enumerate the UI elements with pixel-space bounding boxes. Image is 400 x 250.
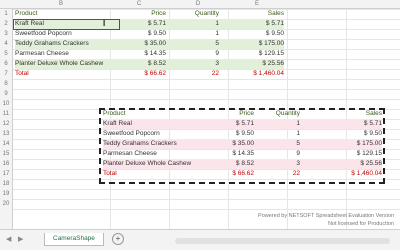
table-cell[interactable]: $ 175.00 bbox=[228, 39, 284, 49]
row-number[interactable]: 18 bbox=[0, 179, 12, 189]
table-cell[interactable]: 1 bbox=[169, 29, 219, 39]
row-number[interactable]: 7 bbox=[0, 69, 12, 79]
grid-row-line bbox=[13, 199, 400, 200]
add-sheet-icon[interactable]: + bbox=[112, 233, 124, 245]
column-header-bar: B C D E bbox=[0, 0, 400, 9]
column-header-e[interactable]: E bbox=[228, 0, 286, 8]
table-cell[interactable]: $ 129.15 bbox=[228, 49, 284, 59]
watermark-line-1: Powered by NETSOFT Spreadsheet Evaluatio… bbox=[258, 213, 394, 219]
row-number[interactable]: 1 bbox=[0, 9, 12, 19]
row-number[interactable]: 17 bbox=[0, 169, 12, 179]
horizontal-scrollbar[interactable] bbox=[175, 238, 390, 244]
row-header-bar: 1 2 3 4 5 6 7 8 9 10 11 12 13 14 15 16 17 18 19 20 bbox=[0, 9, 13, 230]
row-number[interactable]: 19 bbox=[0, 189, 12, 199]
row-number[interactable]: 13 bbox=[0, 129, 12, 139]
row-number[interactable]: 6 bbox=[0, 59, 12, 69]
table-cell[interactable]: $ 9.50 bbox=[228, 29, 284, 39]
row-number[interactable]: 20 bbox=[0, 199, 12, 209]
table-cell[interactable]: $ 35.00 bbox=[110, 39, 166, 49]
table-cell[interactable]: $ 1,460.04 bbox=[228, 69, 284, 79]
sheet-tab-bar: ◀ ▶ CameraShape + bbox=[0, 229, 400, 250]
table-cell[interactable]: Product bbox=[15, 9, 109, 19]
table-cell[interactable]: 1 bbox=[169, 19, 219, 29]
watermark-line-2: Not licensed for Production bbox=[327, 221, 394, 227]
row-number[interactable]: 3 bbox=[0, 29, 12, 39]
column-header-c[interactable]: C bbox=[110, 0, 168, 8]
column-header-d[interactable]: D bbox=[169, 0, 227, 8]
row-number[interactable]: 4 bbox=[0, 39, 12, 49]
grid-row-line bbox=[13, 79, 400, 80]
row-number[interactable]: 5 bbox=[0, 49, 12, 59]
row-number[interactable]: 14 bbox=[0, 139, 12, 149]
grid-row-line bbox=[13, 189, 400, 190]
table-header-row: Product Price Quantity Sales bbox=[15, 9, 284, 19]
table-cell[interactable]: Total bbox=[15, 69, 109, 79]
table-row: Parmesan Cheese $ 14.35 9 $ 129.15 bbox=[15, 49, 284, 59]
row-number[interactable]: 10 bbox=[0, 99, 12, 109]
table-cell[interactable]: 22 bbox=[169, 69, 219, 79]
grid-row-line bbox=[13, 209, 400, 210]
sheet-tab-camerashape[interactable]: CameraShape bbox=[44, 233, 104, 246]
table-cell[interactable]: Sales bbox=[228, 9, 284, 19]
text-cursor-icon: I bbox=[103, 19, 106, 28]
table-total-row: Total $ 66.62 22 $ 1,460.04 bbox=[15, 69, 284, 79]
table-cell[interactable]: Price bbox=[110, 9, 166, 19]
row-number[interactable]: 15 bbox=[0, 149, 12, 159]
row-number[interactable]: 2 bbox=[0, 19, 12, 29]
row-number[interactable]: 12 bbox=[0, 119, 12, 129]
table-cell[interactable]: $ 66.62 bbox=[110, 69, 166, 79]
grid-row-line bbox=[13, 89, 400, 90]
table-cell[interactable]: $ 9.50 bbox=[110, 29, 166, 39]
row-number[interactable]: 11 bbox=[0, 109, 12, 119]
table-row: Planter Deluxe Whole Cashew $ 8.52 3 $ 25.5… bbox=[15, 59, 284, 69]
table-cell[interactable]: 5 bbox=[169, 39, 219, 49]
table-cell[interactable]: Teddy Grahams Crackers bbox=[15, 39, 109, 49]
table-cell[interactable]: $ 25.56 bbox=[228, 59, 284, 69]
table-cell[interactable]: Sweetfood Popcorn bbox=[15, 29, 109, 39]
camera-shape-border[interactable] bbox=[99, 108, 385, 184]
row-number[interactable]: 16 bbox=[0, 159, 12, 169]
table-cell[interactable]: Parmesan Cheese bbox=[15, 49, 109, 59]
table-cell[interactable]: $ 14.35 bbox=[110, 49, 166, 59]
table-cell[interactable]: 9 bbox=[169, 49, 219, 59]
row-number[interactable]: 8 bbox=[0, 79, 12, 89]
table-row: Sweetfood Popcorn $ 9.50 1 $ 9.50 bbox=[15, 29, 284, 39]
next-sheet-icon[interactable]: ▶ bbox=[18, 235, 23, 243]
table-cell[interactable]: $ 5.71 bbox=[228, 19, 284, 29]
table-cell[interactable]: Planter Deluxe Whole Cashew bbox=[15, 59, 109, 69]
table-row: Teddy Grahams Crackers $ 35.00 5 $ 175.00 bbox=[15, 39, 284, 49]
grid-row-line bbox=[13, 99, 400, 100]
row-number[interactable]: 9 bbox=[0, 89, 12, 99]
column-header-b[interactable]: B bbox=[13, 0, 109, 8]
table-cell[interactable]: Quantity bbox=[169, 9, 219, 19]
table-cell[interactable]: 3 bbox=[169, 59, 219, 69]
prev-sheet-icon[interactable]: ◀ bbox=[6, 235, 11, 243]
table-cell[interactable]: $ 8.52 bbox=[110, 59, 166, 69]
